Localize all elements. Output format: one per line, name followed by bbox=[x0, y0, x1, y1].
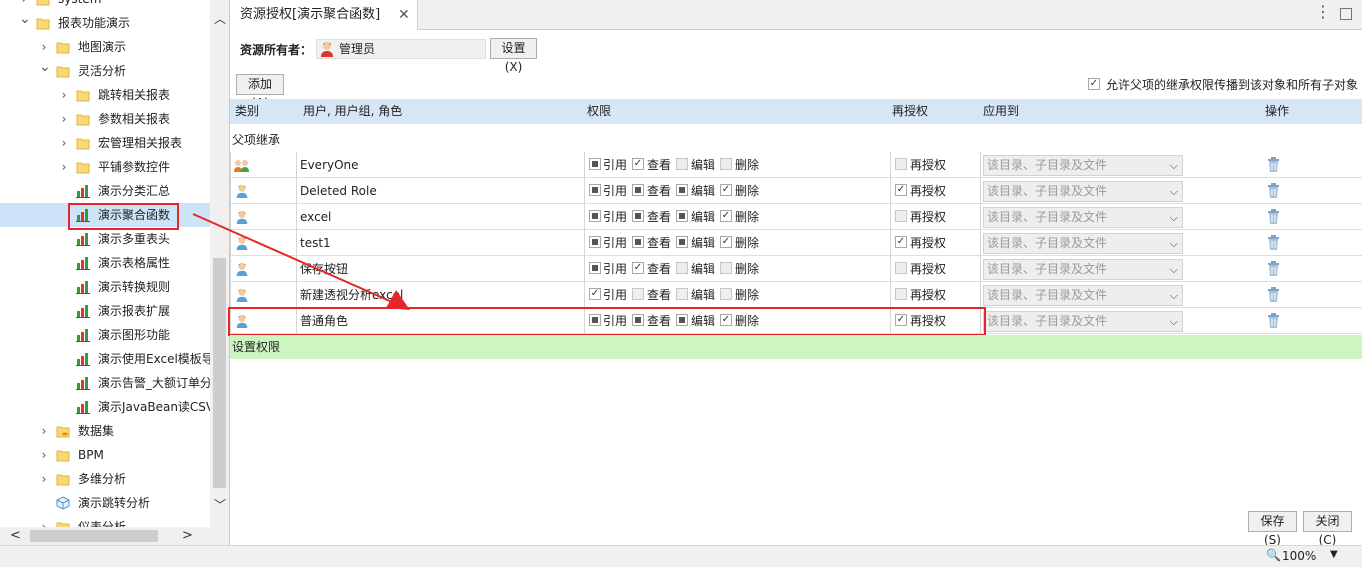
zoom-dropdown-icon[interactable]: ▼ bbox=[1330, 549, 1338, 560]
close-button[interactable]: 关闭(C) bbox=[1303, 511, 1352, 547]
save-button[interactable]: 保存(S) bbox=[1248, 511, 1297, 547]
status-bar: 🔍 100% ▼ bbox=[0, 545, 1362, 567]
zoom-level: 100% bbox=[1282, 549, 1317, 563]
annotation-arrow bbox=[192, 213, 410, 310]
zoom-icon: 🔍 bbox=[1266, 548, 1281, 562]
